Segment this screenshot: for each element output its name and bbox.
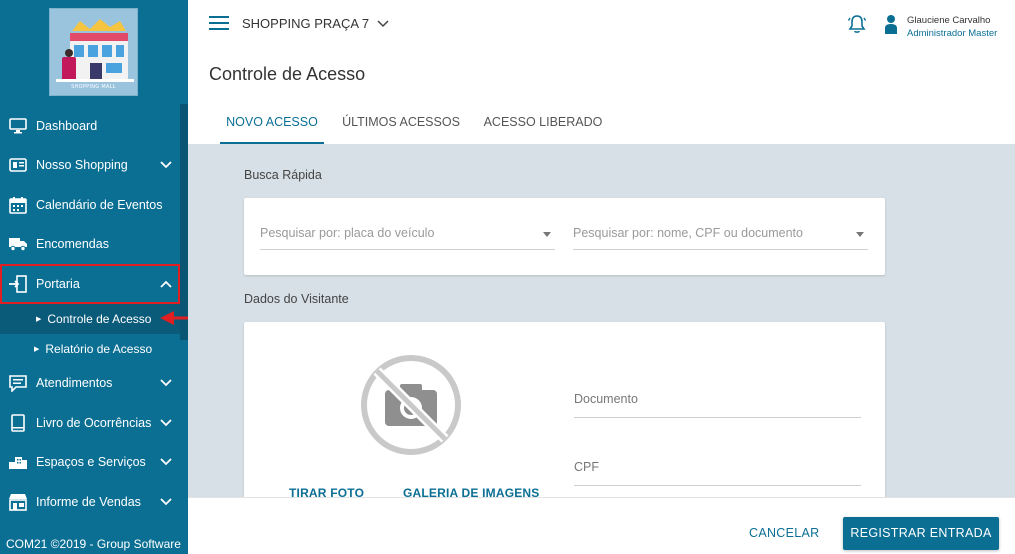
- sidebar-item-label: Portaria: [36, 276, 80, 291]
- main-content: Busca Rápida Pesquisar por: placa do veí…: [188, 144, 1015, 497]
- vehicle-plate-placeholder: Pesquisar por: placa do veículo: [260, 226, 435, 240]
- sidebar-subitem-controle-de-acesso[interactable]: ▶ Controle de Acesso: [0, 303, 180, 334]
- caret-down-icon: [856, 232, 864, 237]
- sidebar-nav: Dashboard Nosso Shopping Calendário de E…: [0, 106, 180, 522]
- image-gallery-button[interactable]: GALERIA DE IMAGENS: [403, 486, 540, 497]
- user-name: Glauciene Carvalho: [907, 15, 991, 26]
- tab-acesso-liberado[interactable]: ACESSO LIBERADO: [480, 100, 606, 144]
- register-entry-button[interactable]: REGISTRAR ENTRADA: [843, 517, 999, 550]
- sidebar-item-portaria[interactable]: Portaria: [0, 264, 180, 304]
- id-card-icon: [0, 158, 36, 173]
- door-enter-icon: [0, 274, 36, 293]
- vehicle-plate-search[interactable]: Pesquisar por: placa do veículo: [260, 226, 555, 250]
- bell-icon[interactable]: [848, 14, 866, 34]
- sidebar-item-dashboard[interactable]: Dashboard: [0, 106, 180, 146]
- truck-icon: [0, 236, 36, 252]
- cpf-field[interactable]: CPF: [574, 460, 861, 486]
- chevron-down-icon: [152, 498, 180, 506]
- book-icon: [0, 413, 36, 432]
- tab-bar: NOVO ACESSO ÚLTIMOS ACESSOS ACESSO LIBER…: [188, 100, 1015, 144]
- mall-logo-text: SHOPPING MALL: [71, 84, 116, 90]
- sidebar-item-label: Encomendas: [36, 237, 109, 252]
- building-icon: [0, 454, 36, 470]
- sidebar-item-label: Nosso Shopping: [36, 158, 128, 173]
- no-photo-icon: [361, 355, 461, 455]
- person-search[interactable]: Pesquisar por: nome, CPF ou documento: [573, 226, 868, 250]
- sidebar-scrollbar[interactable]: [180, 104, 188, 340]
- quick-search-label: Busca Rápida: [244, 168, 322, 182]
- caret-right-icon: ▶: [34, 345, 40, 353]
- top-bar: SHOPPING PRAÇA 7 Glauciene Carvalho Admi…: [188, 0, 1015, 50]
- quick-search-card: Pesquisar por: placa do veículo Pesquisa…: [244, 198, 885, 275]
- sidebar-footer: COM21 ©2019 - Group Software: [6, 537, 181, 551]
- sidebar-item-label: Dashboard: [36, 118, 98, 133]
- tab-novo-acesso[interactable]: NOVO ACESSO: [220, 100, 324, 144]
- sidebar-subitem-label: Relatório de Acesso: [45, 341, 153, 356]
- document-field[interactable]: Documento: [574, 392, 861, 418]
- sidebar-item-informe-de-vendas[interactable]: Informe de Vendas: [0, 482, 180, 522]
- cpf-field-label: CPF: [574, 460, 599, 474]
- chevron-up-icon: [152, 280, 180, 288]
- sidebar-item-livro-de-ocorrencias[interactable]: Livro de Ocorrências: [0, 403, 180, 443]
- sidebar: SHOPPING MALL Dashboard Nosso Shopping C…: [0, 0, 188, 554]
- mall-logo-illustration: [50, 9, 137, 95]
- chevron-down-icon: [152, 379, 180, 387]
- chat-icon: [0, 374, 36, 393]
- chevron-down-icon: [152, 419, 180, 427]
- caret-down-icon: [543, 232, 551, 237]
- chevron-down-icon: [152, 161, 180, 169]
- visitor-card: TIRAR FOTO GALERIA DE IMAGENS Documento …: [244, 322, 885, 497]
- chevron-down-icon: [377, 16, 389, 31]
- sidebar-subitem-relatorio-de-acesso[interactable]: ▶ Relatório de Acesso: [0, 334, 180, 364]
- store-icon: [0, 493, 36, 511]
- user-icon[interactable]: [884, 14, 898, 34]
- menu-icon[interactable]: [209, 16, 229, 32]
- take-photo-button[interactable]: TIRAR FOTO: [289, 486, 364, 497]
- sidebar-item-label: Espaços e Serviços: [36, 455, 146, 470]
- sidebar-item-label: Atendimentos: [36, 376, 113, 391]
- page-title: Controle de Acesso: [209, 64, 366, 84]
- sidebar-item-nosso-shopping[interactable]: Nosso Shopping: [0, 146, 180, 186]
- calendar-icon: [0, 196, 36, 214]
- sidebar-subitem-label: Controle de Acesso: [47, 311, 152, 326]
- sidebar-item-calendario[interactable]: Calendário de Eventos: [0, 185, 180, 225]
- visitor-data-label: Dados do Visitante: [244, 292, 349, 306]
- caret-right-icon: ▶: [36, 315, 42, 323]
- sidebar-item-label: Calendário de Eventos: [36, 197, 163, 212]
- tab-ultimos-acessos[interactable]: ÚLTIMOS ACESSOS: [338, 100, 464, 144]
- monitor-icon: [0, 117, 36, 134]
- sidebar-item-espacos-e-servicos[interactable]: Espaços e Serviços: [0, 443, 180, 483]
- mall-selector-label: SHOPPING PRAÇA 7: [242, 16, 370, 31]
- user-role: Administrador Master: [907, 28, 998, 39]
- sidebar-item-label: Informe de Vendas: [36, 494, 141, 509]
- document-field-label: Documento: [574, 392, 638, 406]
- sidebar-item-atendimentos[interactable]: Atendimentos: [0, 364, 180, 404]
- person-search-placeholder: Pesquisar por: nome, CPF ou documento: [573, 226, 803, 240]
- mall-logo: SHOPPING MALL: [49, 8, 138, 96]
- sidebar-item-encomendas[interactable]: Encomendas: [0, 225, 180, 265]
- mall-selector[interactable]: SHOPPING PRAÇA 7: [242, 16, 389, 31]
- sidebar-item-label: Livro de Ocorrências: [36, 415, 152, 430]
- action-bar: CANCELAR REGISTRAR ENTRADA: [188, 497, 1015, 554]
- cancel-button[interactable]: CANCELAR: [749, 526, 819, 540]
- chevron-down-icon: [152, 458, 180, 466]
